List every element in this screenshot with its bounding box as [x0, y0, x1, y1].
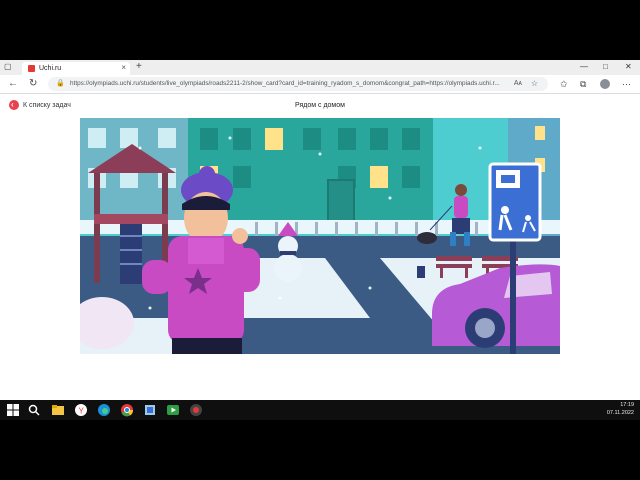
- refresh-icon[interactable]: ↻: [29, 77, 37, 91]
- illustration-scene: [80, 118, 560, 354]
- edge-browser-icon[interactable]: [97, 403, 111, 417]
- clock-date: 07.11.2022: [606, 410, 634, 416]
- close-window-button[interactable]: ✕: [625, 61, 632, 73]
- browser-tab-uchi[interactable]: Uchi.ru ×: [22, 62, 130, 75]
- tab-close-icon[interactable]: ×: [121, 62, 126, 74]
- app-icon[interactable]: [143, 403, 157, 417]
- video-app-icon[interactable]: [166, 403, 180, 417]
- back-arrow-icon[interactable]: ←: [8, 77, 18, 91]
- yandex-browser-icon[interactable]: Y: [74, 403, 88, 417]
- search-icon[interactable]: [27, 403, 41, 417]
- windows-start-icon[interactable]: [6, 403, 20, 417]
- recorder-app-icon[interactable]: [189, 403, 203, 417]
- star-icon[interactable]: ☆: [531, 77, 538, 91]
- more-icon[interactable]: ⋯: [622, 77, 631, 91]
- minimize-button[interactable]: —: [580, 61, 588, 73]
- back-link-label: К списку задач: [23, 102, 71, 109]
- windows-taskbar: [0, 400, 640, 420]
- uchi-favicon-icon: [28, 65, 35, 72]
- favorites-icon[interactable]: ✩: [560, 77, 568, 91]
- back-chevron-icon: ‹: [9, 100, 19, 110]
- tab-title: Uchi.ru: [39, 65, 62, 72]
- maximize-button[interactable]: □: [603, 61, 608, 73]
- profile-avatar[interactable]: [600, 79, 610, 89]
- address-url[interactable]: https://olympiads.uchi.ru/students/live_…: [70, 77, 520, 91]
- clock-time: 17:19: [620, 402, 634, 408]
- file-explorer-icon[interactable]: [51, 403, 65, 417]
- svg-text:Y: Y: [79, 407, 85, 416]
- desktop-screen: ▢ Uchi.ru × + — □ ✕ ← ↻ 🔒 https://olympi…: [0, 0, 640, 480]
- taskbar-clock[interactable]: 17:19 07.11.2022: [607, 401, 634, 417]
- tab-actions-icon[interactable]: ▢: [4, 62, 16, 72]
- trash-bin: [417, 266, 425, 278]
- chrome-browser-icon[interactable]: [120, 403, 134, 417]
- lock-icon: 🔒: [56, 80, 65, 87]
- address-bar[interactable]: 🔒 https://olympiads.uchi.ru/students/liv…: [48, 77, 548, 91]
- new-tab-button[interactable]: +: [136, 61, 142, 73]
- collections-icon[interactable]: ⧉: [580, 77, 586, 91]
- page-title: Рядом с домом: [295, 102, 345, 109]
- read-aloud-icon[interactable]: Aᴀ: [514, 77, 522, 91]
